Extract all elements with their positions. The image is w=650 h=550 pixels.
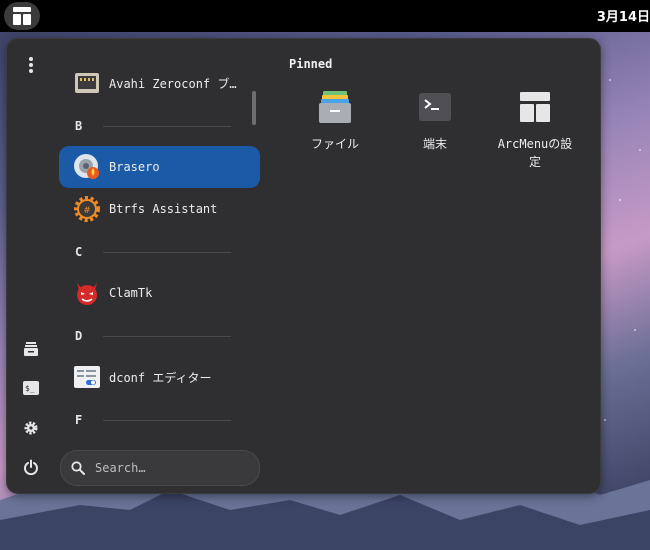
dconf-editor-icon: [74, 366, 100, 388]
clamtk-devil-icon: [77, 283, 97, 305]
terminal-icon: [419, 93, 451, 121]
svg-text:#: #: [83, 206, 91, 216]
settings-button[interactable]: [17, 414, 45, 442]
network-device-icon: [75, 73, 99, 93]
pinned-item-terminal[interactable]: 端末: [387, 85, 483, 175]
pinned-label: ファイル: [310, 137, 359, 151]
power-button[interactable]: [17, 453, 45, 481]
terminal-small-icon: $_: [23, 381, 39, 395]
section-divider: [103, 252, 231, 253]
arcmenu-button[interactable]: [4, 2, 40, 30]
section-header-f: F: [59, 411, 231, 431]
files-icon: [319, 91, 351, 123]
clock[interactable]: 3月14日: [597, 6, 650, 25]
arcmenu-settings-icon: [520, 92, 550, 122]
app-label: ClamTk: [109, 286, 153, 300]
section-divider: [103, 126, 231, 127]
section-letter: D: [75, 329, 83, 343]
list-item[interactable]: dconf エディター: [59, 356, 260, 398]
list-item[interactable]: Avahi Zeroconf ブ…: [59, 62, 260, 104]
pinned-item-arcmenu-settings[interactable]: ArcMenuの設定: [487, 85, 583, 175]
section-header-c: C: [59, 243, 231, 263]
file-cabinet-icon: [24, 342, 38, 356]
power-icon: [24, 459, 38, 475]
section-letter: F: [75, 413, 83, 427]
pinned-label: 端末: [422, 137, 447, 151]
terminal-shortcut-button[interactable]: $_: [17, 374, 45, 402]
top-bar: 3月14日: [0, 0, 650, 32]
section-letter: B: [75, 119, 83, 133]
list-item[interactable]: # Btrfs Assistant: [59, 188, 260, 230]
section-letter: C: [75, 245, 83, 259]
list-top-fade: [59, 39, 259, 61]
more-options-button[interactable]: [17, 51, 45, 79]
pinned-heading: Pinned: [289, 57, 333, 71]
section-divider: [103, 420, 231, 421]
app-label: Btrfs Assistant: [109, 202, 218, 216]
app-label: Avahi Zeroconf ブ…: [109, 76, 237, 91]
list-item[interactable]: Brasero: [59, 146, 260, 188]
section-divider: [103, 336, 231, 337]
section-header-b: B: [59, 117, 231, 137]
app-label: dconf エディター: [109, 370, 212, 385]
btrfs-gear-icon: #: [74, 196, 100, 222]
pinned-label: ArcMenuの設定: [497, 137, 573, 169]
vertical-dots-icon: [29, 57, 33, 73]
app-label: Brasero: [109, 160, 160, 174]
app-list-scrollbar[interactable]: [252, 91, 256, 125]
application-menu: $_ Avahi Zeroconf ブ… B Brasero # Btrfs A…: [6, 38, 601, 494]
section-header-d: D: [59, 327, 231, 347]
app-list[interactable]: Avahi Zeroconf ブ… B Brasero # Btrfs Assi…: [59, 39, 269, 439]
side-rail: $_: [7, 39, 55, 493]
arcmenu-icon: [13, 7, 31, 25]
search-box[interactable]: [60, 450, 260, 486]
search-icon: [71, 461, 85, 475]
brasero-disc-icon: [74, 154, 99, 179]
search-input[interactable]: [93, 460, 247, 476]
list-item[interactable]: ClamTk: [59, 272, 260, 314]
svg-text:$_: $_: [25, 384, 35, 393]
files-shortcut-button[interactable]: [17, 335, 45, 363]
pinned-item-files[interactable]: ファイル: [287, 85, 383, 175]
gear-icon: [24, 421, 38, 435]
